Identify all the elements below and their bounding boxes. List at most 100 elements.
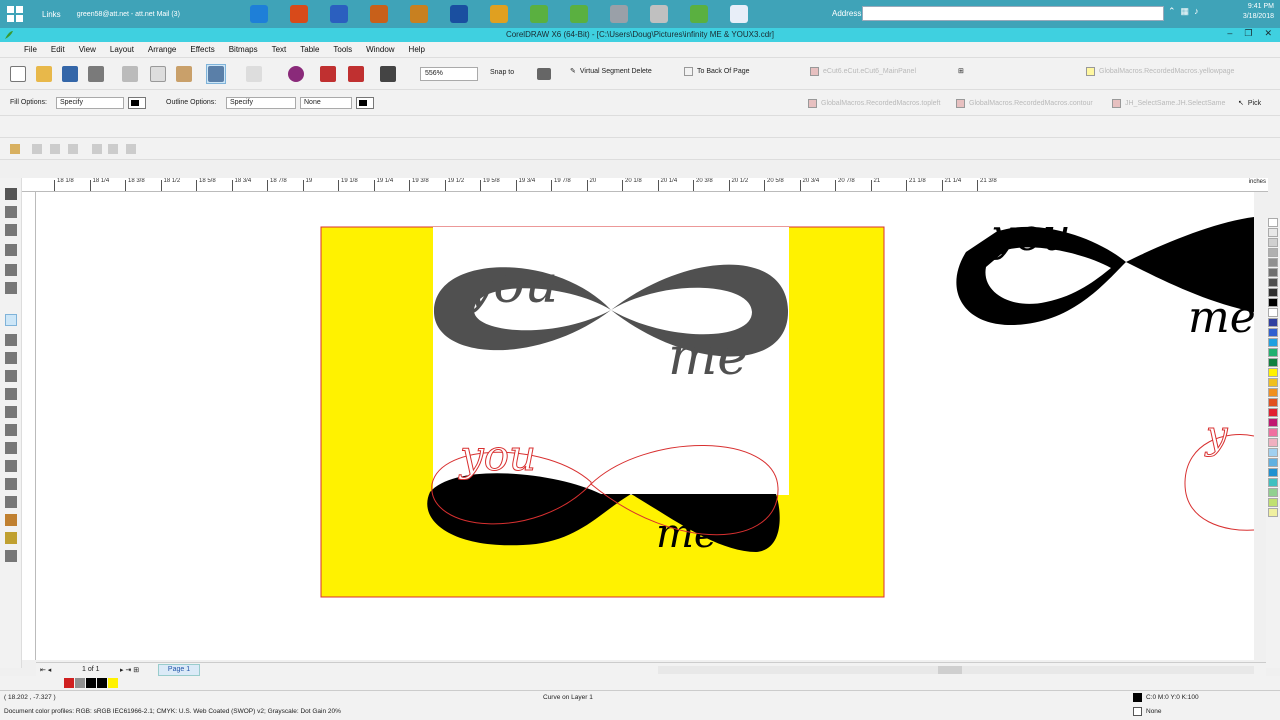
options-button[interactable] [534,64,554,84]
palette-swatch[interactable] [1268,358,1278,367]
document-palette-swatch[interactable] [75,678,85,688]
start-button[interactable] [0,0,30,28]
palette-swatch[interactable] [1268,318,1278,327]
palette-swatch[interactable] [1268,298,1278,307]
palette-swatch[interactable] [1268,468,1278,477]
macro-contour-button[interactable]: GlobalMacros.RecordedMacros.contour [956,99,1093,108]
snap-to-dropdown[interactable]: Snap to [490,69,514,76]
document-palette-swatch[interactable] [86,678,96,688]
palette-swatch[interactable] [1268,288,1278,297]
palette-swatch[interactable] [1268,388,1278,397]
palette-swatch[interactable] [1268,458,1278,467]
palette-swatch[interactable] [1268,228,1278,237]
interactive-fill-tool-icon[interactable] [5,550,17,562]
menu-effects[interactable]: Effects [190,45,214,54]
eyedropper-tool-icon[interactable] [5,496,17,508]
right-black-infinity-graphic[interactable]: you me [956,210,1254,343]
print-button[interactable] [86,64,106,84]
new-document-button[interactable] [8,64,28,84]
volume-icon[interactable]: ♪ [1194,6,1199,17]
pen-taskbar-button[interactable] [401,1,437,27]
palette-swatch[interactable] [1268,508,1278,517]
cut-button[interactable] [120,64,140,84]
palette-swatch[interactable] [1268,398,1278,407]
palette-swatch[interactable] [1268,278,1278,287]
menu-window[interactable]: Window [366,45,394,54]
drawing-canvas[interactable]: you me me you you me y [36,192,1254,660]
menu-view[interactable]: View [79,45,96,54]
outline-color-indicator[interactable] [1133,707,1142,716]
outline-color-picker[interactable] [356,97,374,109]
macro-yellowpage-button[interactable]: GlobalMacros.RecordedMacros.yellowpage [1086,67,1234,76]
copy-button[interactable] [148,64,168,84]
document-palette-swatch[interactable] [108,678,118,688]
macro-maincut-button[interactable]: eCut6.eCut.eCut6_MainPanel [810,67,916,76]
toolbar-handle-icon[interactable] [10,144,20,154]
freehand-tool-icon[interactable] [5,264,17,276]
document-palette-swatch[interactable] [97,678,107,688]
save-button[interactable] [60,64,80,84]
undo-button[interactable] [206,64,226,84]
menu-bitmaps[interactable]: Bitmaps [229,45,258,54]
printer-taskbar-button[interactable] [601,1,637,27]
fill-options-select[interactable]: Specify [56,97,124,109]
s-app-taskbar-button[interactable] [441,1,477,27]
rectangle-tool-icon[interactable] [5,334,17,346]
export-button[interactable] [346,64,366,84]
ie-taskbar-button[interactable] [241,1,277,27]
open-button[interactable] [34,64,54,84]
menu-table[interactable]: Table [300,45,319,54]
shape-tool-icon[interactable] [5,206,17,218]
macro-topleft-button[interactable]: GlobalMacros.RecordedMacros.topleft [808,99,940,108]
chrome-taskbar-button[interactable] [481,1,517,27]
blend-tool-icon[interactable] [5,478,17,490]
palette-swatch[interactable] [1268,338,1278,347]
corel-leaf-taskbar-button[interactable] [681,1,717,27]
palette-swatch[interactable] [1268,428,1278,437]
palette-swatch[interactable] [1268,378,1278,387]
zoom-level-select[interactable]: 556% [420,67,478,81]
menu-layout[interactable]: Layout [110,45,134,54]
polygon-tool-icon[interactable] [5,370,17,382]
table-tool-icon[interactable] [5,424,17,436]
links-toolbar-label[interactable]: Links [42,10,61,19]
palette-swatch[interactable] [1268,438,1278,447]
page-nav-last-icon[interactable]: ▸ ⇥ ⊞ [120,666,139,674]
pick-tool-icon[interactable] [5,188,17,200]
to-back-of-page-button[interactable]: To Back Of Page [684,67,750,76]
document-taskbar-button[interactable] [721,1,757,27]
page-1-tab[interactable]: Page 1 [158,664,200,676]
corel-leaf-taskbar-button[interactable] [561,1,597,27]
paint-taskbar-button[interactable] [361,1,397,27]
app-launcher-button[interactable] [378,64,398,84]
crop-tool-icon[interactable] [5,224,17,236]
palette-swatch[interactable] [1268,478,1278,487]
palette-swatch[interactable] [1268,238,1278,247]
zoom-tool-icon[interactable] [5,244,17,256]
menu-edit[interactable]: Edit [51,45,65,54]
menu-text[interactable]: Text [272,45,287,54]
paste-button[interactable] [174,64,194,84]
restore-button[interactable]: ❐ [1244,28,1252,39]
chevron-up-icon[interactable]: ⌃ [1168,6,1176,17]
palette-swatch[interactable] [1268,218,1278,227]
minimize-button[interactable]: – [1227,28,1232,39]
network-icon[interactable]: ▦ [1181,6,1190,17]
palette-swatch[interactable] [1268,368,1278,377]
color-profile-info[interactable]: Document color profiles: RGB: sRGB IEC61… [4,708,341,715]
ellipse-tool-icon[interactable] [5,352,17,364]
outline-pen-tool-icon[interactable] [5,514,17,526]
page-nav-first-icon[interactable]: ⇤ ◂ [40,666,51,674]
menu-help[interactable]: Help [409,45,425,54]
vertical-ruler[interactable] [22,192,36,660]
outline-width-select[interactable]: None [300,97,352,109]
clock[interactable]: 9:41 PM 3/18/2018 [1243,2,1274,22]
menu-arrange[interactable]: Arrange [148,45,176,54]
document-palette-swatch[interactable] [64,678,74,688]
palette-swatch[interactable] [1268,488,1278,497]
fill-color-picker[interactable] [128,97,146,109]
palette-swatch[interactable] [1268,418,1278,427]
menu-file[interactable]: File [24,45,37,54]
scrollbar-thumb[interactable] [938,666,962,674]
corel-connect-button[interactable] [286,64,306,84]
